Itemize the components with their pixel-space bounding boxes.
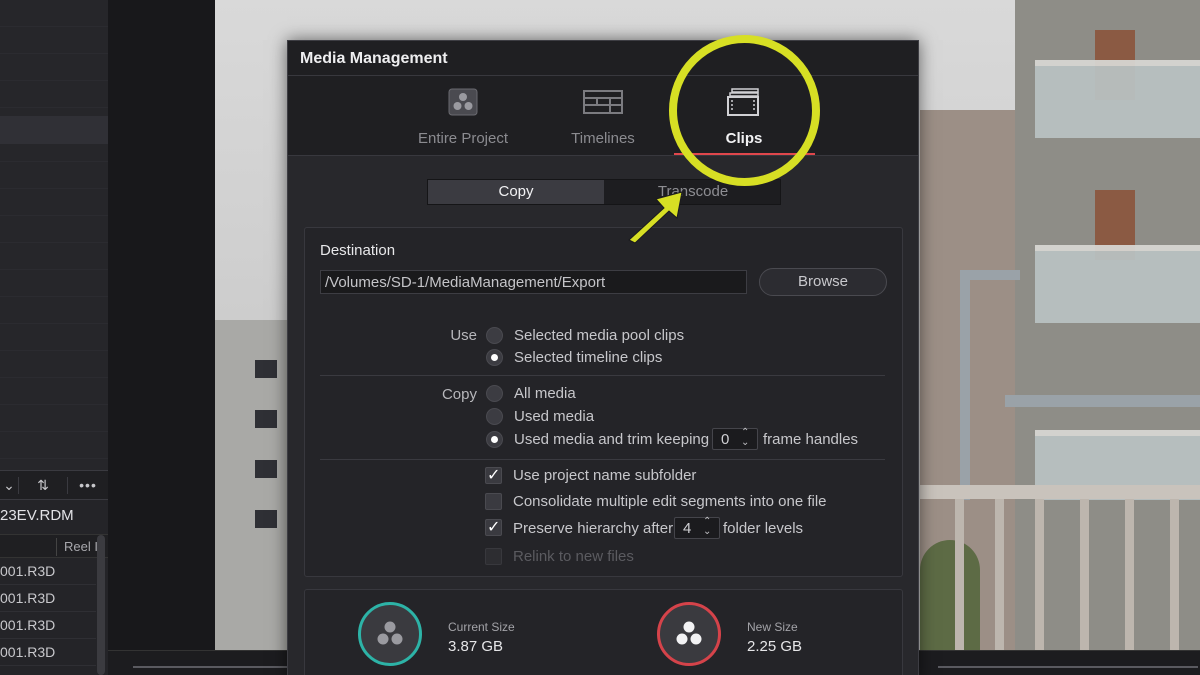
project-subfolder-checkbox[interactable] <box>485 465 502 484</box>
bin-name: 23EV.RDM <box>0 507 74 524</box>
use-radio-media-pool[interactable] <box>486 327 503 344</box>
resolve-logo-icon <box>676 621 702 645</box>
pipe <box>960 270 970 500</box>
railing-bar <box>1125 499 1134 675</box>
column-header-row: Reel I <box>0 534 108 558</box>
copy-radio-all-media[interactable] <box>486 385 503 402</box>
tab-label: Entire Project <box>417 130 509 147</box>
copy-option-label: All media <box>514 385 576 402</box>
copy-option-label: Used media <box>514 408 595 425</box>
checkbox-label: Preserve hierarchy after <box>513 520 674 537</box>
stepper-arrows-icon[interactable]: ⌃ ⌄ <box>703 517 711 537</box>
checkbox-label: Consolidate multiple edit segments into … <box>513 493 827 510</box>
file-row[interactable]: 001.R3D <box>0 639 96 666</box>
frame-handles-stepper[interactable]: 0 ⌃ ⌄ <box>712 428 758 450</box>
media-management-dialog: Media Management Entire Project Timeline… <box>287 40 919 675</box>
pointer-arrow-annotation <box>628 191 683 244</box>
file-row[interactable]: 001.R3D <box>0 558 96 585</box>
stepper-value: 4 <box>683 520 692 537</box>
folder-levels-stepper[interactable]: 4 ⌃ ⌄ <box>674 517 720 539</box>
media-pool-scrollbar[interactable] <box>97 535 105 675</box>
copy-segment-button[interactable]: Copy <box>428 180 604 204</box>
building-window <box>255 510 277 528</box>
checkbox-label: Relink to new files <box>513 548 634 565</box>
use-radio-timeline[interactable] <box>486 349 503 366</box>
viewer-dark-area <box>108 0 215 675</box>
more-icon[interactable]: ••• <box>68 477 108 493</box>
railing-top <box>920 485 1200 499</box>
checkbox-label: Use project name subfolder <box>513 467 697 484</box>
copy-option-label: Used media and trim keeping <box>514 431 710 448</box>
copy-radio-trim[interactable] <box>486 431 503 448</box>
copy-radio-used-media[interactable] <box>486 408 503 425</box>
balcony <box>1035 245 1200 323</box>
building-window <box>255 460 277 478</box>
timeline-track-line <box>938 666 1198 668</box>
tab-timelines[interactable]: Timelines <box>533 76 673 156</box>
pipe <box>960 270 1020 280</box>
frame-handles-suffix: frame handles <box>763 431 859 448</box>
tab-entire-project[interactable]: Entire Project <box>393 76 533 156</box>
railing-bar <box>1080 499 1089 675</box>
railing-bar <box>1170 499 1179 675</box>
new-size-value: 2.25 GB <box>747 638 803 655</box>
media-pool-toolbar: ⌄ ⇅ ••• <box>0 470 108 500</box>
use-option-label: Selected timeline clips <box>514 349 663 366</box>
section-divider <box>320 459 885 460</box>
building-left <box>215 320 290 675</box>
balcony <box>1035 60 1200 138</box>
copy-label: Copy <box>441 386 477 403</box>
resolve-logo-icon <box>377 621 403 645</box>
dialog-title: Media Management <box>288 41 918 76</box>
timeline-icon <box>583 88 623 116</box>
new-size-ring <box>657 602 721 666</box>
project-icon <box>448 88 478 116</box>
bin-list-selected-row[interactable] <box>0 116 108 144</box>
browse-button[interactable]: Browse <box>759 268 887 296</box>
pipe <box>1005 395 1200 407</box>
current-size-ring <box>358 602 422 666</box>
railing-bar <box>955 499 964 675</box>
railing-bar <box>995 499 1004 675</box>
media-pool-panel: ⌄ ⇅ ••• 23EV.RDM Reel I 001.R3D 001.R3D … <box>0 0 108 675</box>
destination-path-field[interactable]: /Volumes/SD-1/MediaManagement/Export <box>320 270 747 294</box>
consolidate-checkbox[interactable] <box>485 493 502 510</box>
current-size-label: Current Size <box>448 620 515 634</box>
new-size-label: New Size <box>747 620 798 634</box>
current-size-value: 3.87 GB <box>448 638 504 655</box>
timeline-track-line <box>133 666 288 668</box>
destination-panel: Destination /Volumes/SD-1/MediaManagemen… <box>304 227 903 577</box>
size-summary-panel: Current Size 3.87 GB New Size 2.25 GB <box>304 589 903 675</box>
file-row[interactable]: 001.R3D <box>0 585 96 612</box>
chevron-down-icon[interactable]: ⌄ <box>0 477 18 494</box>
stepper-arrows-icon[interactable]: ⌃ ⌄ <box>741 428 749 448</box>
section-divider <box>320 375 885 376</box>
relink-checkbox[interactable] <box>485 548 502 565</box>
stepper-value: 0 <box>721 431 730 448</box>
column-divider[interactable] <box>56 538 57 556</box>
building-window <box>255 410 277 428</box>
use-label: Use <box>450 327 477 344</box>
tab-label: Timelines <box>571 130 635 147</box>
mode-tabs: Entire Project Timelines Clips <box>288 76 918 156</box>
railing <box>920 485 1200 675</box>
use-option-label: Selected media pool clips <box>514 327 685 344</box>
highlight-circle-annotation <box>669 35 820 186</box>
building-window <box>255 360 277 378</box>
file-row[interactable]: 001.R3D <box>0 612 96 639</box>
sort-icon[interactable]: ⇅ <box>18 476 68 494</box>
column-header-reel[interactable]: Reel I <box>64 539 98 554</box>
folder-levels-suffix: folder levels <box>723 520 804 537</box>
preserve-hierarchy-checkbox[interactable] <box>485 517 502 536</box>
bin-list <box>0 0 108 470</box>
destination-label: Destination <box>320 242 396 259</box>
railing-bar <box>1035 499 1044 675</box>
